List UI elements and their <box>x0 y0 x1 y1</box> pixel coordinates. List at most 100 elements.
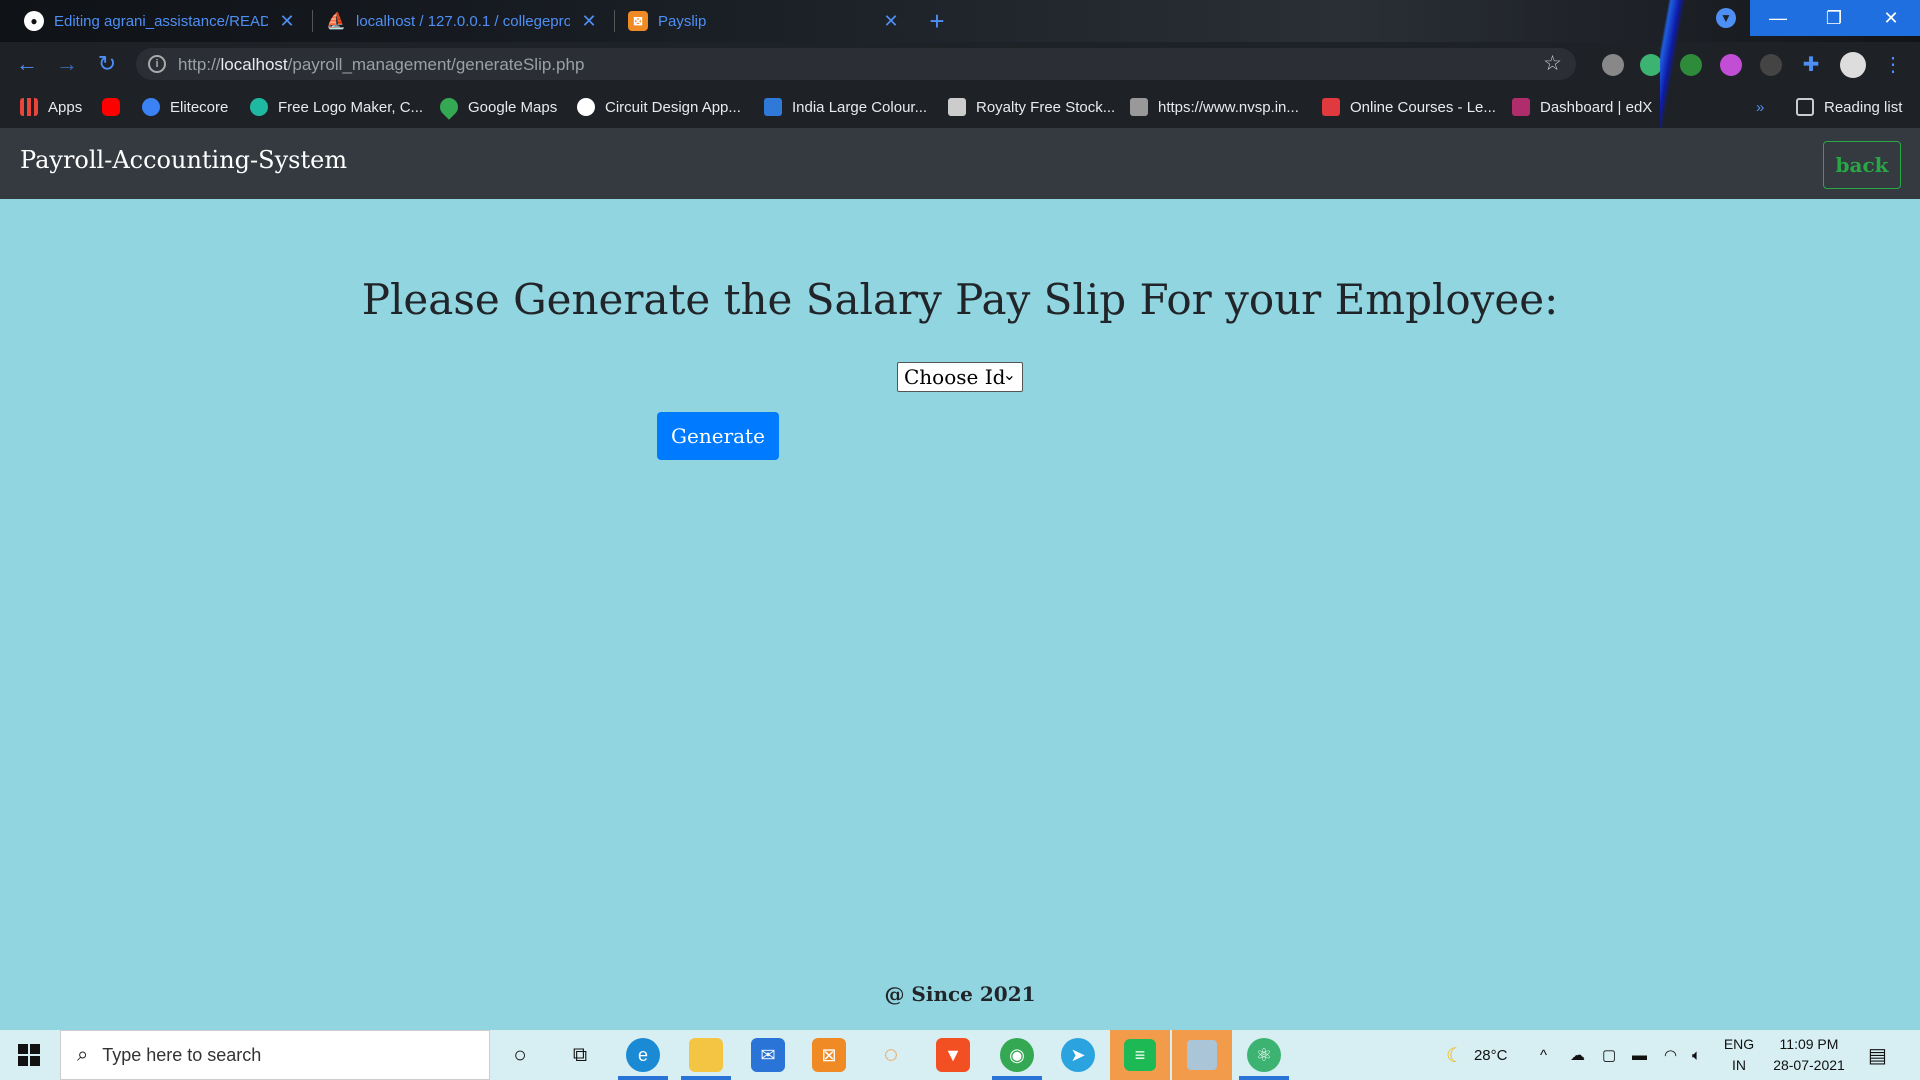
weather-widget[interactable]: ☾ 28°C <box>1446 1030 1507 1080</box>
bookmark-udemy[interactable]: Online Courses - Le... <box>1322 86 1496 128</box>
chevron-down-icon: ⌄ <box>1002 365 1016 384</box>
spotify-taskbar-slot[interactable]: ≡ <box>1110 1030 1170 1080</box>
close-icon[interactable]: ✕ <box>278 11 296 32</box>
windows-logo-icon <box>30 1056 40 1066</box>
back-button[interactable]: back <box>1823 141 1901 189</box>
atom-icon[interactable]: ⚛ <box>1247 1038 1281 1072</box>
back-nav-button[interactable]: ← <box>12 50 42 78</box>
xampp-icon: ⊠ <box>628 11 648 31</box>
more-bookmarks-button[interactable]: » <box>1756 86 1764 128</box>
reading-list-label: Reading list <box>1824 98 1903 116</box>
taskbar-search-box[interactable]: ⌕ Type here to search <box>60 1030 490 1080</box>
bookmark-youtube[interactable] <box>102 86 130 128</box>
cortana-icon[interactable]: ○ <box>503 1038 537 1072</box>
device-icon[interactable]: ▢ <box>1602 1030 1616 1080</box>
youtube-icon <box>102 98 120 116</box>
task-view-icon[interactable]: ⧉ <box>563 1038 597 1072</box>
page-heading: Please Generate the Salary Pay Slip For … <box>361 275 1559 324</box>
brand-title[interactable]: Payroll-Accounting-System <box>20 146 347 174</box>
bookmark-label: India Large Colour... <box>792 98 928 116</box>
chevron-up-icon[interactable]: ^ <box>1540 1030 1547 1080</box>
battery-icon[interactable]: ▬ <box>1632 1030 1647 1080</box>
bookmark-circuit-design[interactable]: Circuit Design App... <box>577 86 741 128</box>
minimize-button[interactable]: — <box>1750 0 1806 36</box>
volume-icon[interactable]: 🔈︎ <box>1692 1030 1701 1080</box>
telegram-icon[interactable]: ➤ <box>1061 1038 1095 1072</box>
forward-nav-button[interactable]: → <box>52 50 82 78</box>
brave-icon[interactable]: ▼ <box>936 1038 970 1072</box>
chrome-icon[interactable]: ◉ <box>1000 1038 1034 1072</box>
page-footer: @ Since 2021 <box>884 982 1036 1006</box>
cloud-icon[interactable]: ☁ <box>1570 1030 1585 1080</box>
notifications-icon[interactable]: ▤ <box>1868 1030 1887 1080</box>
bookmark-elitecore[interactable]: Elitecore <box>142 86 228 128</box>
wifi-icon[interactable]: ◠ <box>1664 1030 1677 1080</box>
file-explorer-icon[interactable] <box>689 1038 723 1072</box>
lang-top: ENG <box>1723 1036 1755 1052</box>
apps-grid-icon <box>20 98 38 116</box>
bookmark-edx[interactable]: Dashboard | edX <box>1512 86 1652 128</box>
close-icon: ✕ <box>1883 7 1899 28</box>
bookmark-star-icon[interactable]: ☆ <box>1543 51 1562 76</box>
moon-icon: ☾ <box>1446 1044 1464 1067</box>
active-app-indicator <box>681 1076 731 1080</box>
edge-icon[interactable]: e <box>626 1038 660 1072</box>
clock-time: 11:09 PM <box>1779 1036 1839 1052</box>
puzzle-icon[interactable]: ✚ <box>1800 54 1822 76</box>
bookmark-label: Online Courses - Le... <box>1350 98 1496 116</box>
edx-icon <box>1512 98 1530 116</box>
tab-payslip[interactable]: ⊠ Payslip ✕ <box>614 0 914 42</box>
bookmarks-bar: Apps Elitecore Free Logo Maker, C... Goo… <box>0 86 1920 128</box>
bookmark-india-map[interactable]: India Large Colour... <box>764 86 927 128</box>
bookmark-label: https://www.nvsp.in... <box>1158 98 1299 116</box>
taskbar-clock[interactable]: 11:09 PM 28-07-2021 <box>1764 1034 1854 1076</box>
tree-extension-icon[interactable] <box>1680 54 1702 76</box>
jupyter-icon[interactable]: ◌ <box>874 1038 908 1072</box>
extension-icon[interactable] <box>1760 54 1782 76</box>
tab-label: Editing agrani_assistance/READM <box>54 12 268 30</box>
language-indicator[interactable]: ENG IN <box>1722 1034 1756 1076</box>
bookmark-nvsp[interactable]: https://www.nvsp.in... <box>1130 86 1299 128</box>
avatar[interactable] <box>1840 52 1866 78</box>
search-placeholder: Type here to search <box>102 1044 262 1065</box>
address-toolbar: ← → ↻ i http://localhost/payroll_managem… <box>0 42 1920 86</box>
mail-icon[interactable]: ✉ <box>751 1038 785 1072</box>
close-icon[interactable]: ✕ <box>580 11 598 32</box>
new-tab-button[interactable]: + <box>922 6 952 36</box>
active-app-indicator <box>992 1076 1042 1080</box>
tab-search-button[interactable]: ▼ <box>1698 0 1754 36</box>
generate-button[interactable]: Generate <box>657 412 779 460</box>
clock-date: 28-07-2021 <box>1773 1057 1845 1073</box>
bookmark-apps[interactable]: Apps <box>20 86 82 128</box>
extension-icon[interactable] <box>1640 54 1662 76</box>
extension-icon[interactable] <box>1602 54 1624 76</box>
reading-list-icon <box>1796 98 1814 116</box>
reading-list-button[interactable]: Reading list <box>1796 86 1902 128</box>
reload-button[interactable]: ↻ <box>92 50 122 78</box>
url-text[interactable]: http://localhost/payroll_management/gene… <box>178 55 584 75</box>
windows-start-button[interactable] <box>18 1044 40 1066</box>
bookmark-royalty-free[interactable]: Royalty Free Stock... <box>948 86 1115 128</box>
url-scheme: http:// <box>178 55 221 74</box>
restore-button[interactable]: ❐ <box>1806 0 1862 36</box>
tab-label: Payslip <box>658 12 707 30</box>
xampp-icon[interactable]: ⊠ <box>812 1038 846 1072</box>
tab-phpmyadmin[interactable]: ⛵ localhost / 127.0.0.1 / collegepro ✕ <box>312 0 612 42</box>
employee-id-select[interactable]: Choose Id ⌄ <box>897 362 1023 392</box>
tab-github-readme[interactable]: ● Editing agrani_assistance/READM ✕ <box>10 0 310 42</box>
bookmark-logo-maker[interactable]: Free Logo Maker, C... <box>250 86 423 128</box>
close-icon[interactable]: ✕ <box>882 11 900 32</box>
nvsp-icon <box>1130 98 1148 116</box>
url-bar[interactable]: i http://localhost/payroll_management/ge… <box>136 48 1576 80</box>
udemy-icon <box>1322 98 1340 116</box>
url-host: localhost <box>220 55 288 74</box>
windows-taskbar: ⌕ Type here to search ○ ⧉ e ✉ ⊠ ◌ ▼ ◉ ➤ … <box>0 1030 1920 1080</box>
kebab-menu-icon[interactable]: ⋮ <box>1882 54 1904 76</box>
select-value: Choose Id <box>904 365 1006 389</box>
bookmark-label: Apps <box>48 98 83 116</box>
bookmark-google-maps[interactable]: Google Maps <box>436 86 557 128</box>
extension-icon[interactable] <box>1720 54 1742 76</box>
close-window-button[interactable]: ✕ <box>1862 0 1920 36</box>
app-taskbar-slot[interactable] <box>1172 1030 1232 1080</box>
info-icon[interactable]: i <box>148 55 166 73</box>
